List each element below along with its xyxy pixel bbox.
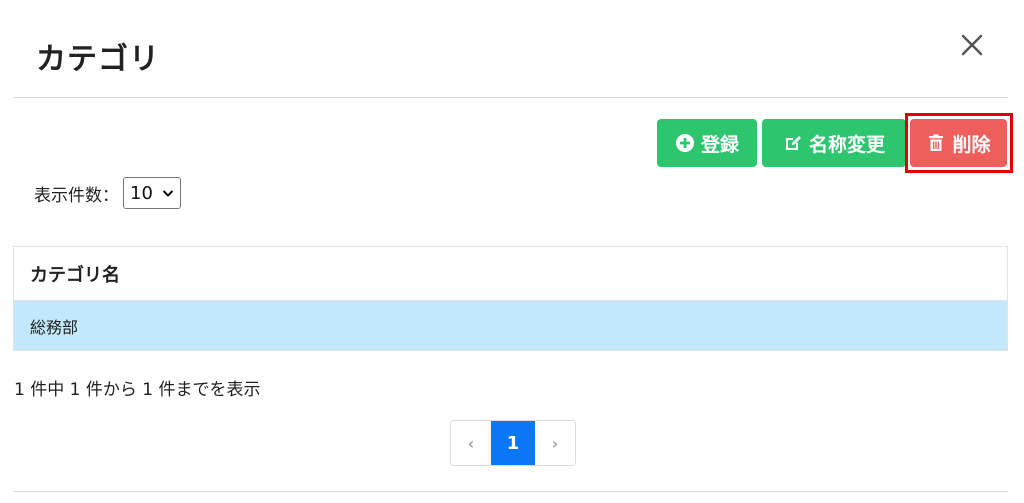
next-page-button[interactable]: › [535, 421, 575, 465]
page-size-value: 10 [130, 182, 153, 204]
delete-label: 削除 [952, 133, 991, 156]
table-row[interactable]: 総務部 [14, 301, 1007, 350]
rename-button[interactable]: 名称変更 [762, 119, 906, 167]
page-size-select[interactable]: 10 [123, 177, 181, 209]
header-divider [13, 97, 1008, 98]
edit-icon [785, 136, 801, 150]
page-1-button[interactable]: 1 [491, 421, 535, 465]
toolbar: 登録 名称変更 削除 [0, 119, 1024, 169]
chevron-down-icon [162, 190, 174, 197]
table-cell: 総務部 [30, 317, 79, 337]
column-header-category-name: カテゴリ名 [30, 264, 120, 286]
prev-page-button[interactable]: ‹ [451, 421, 491, 465]
plus-circle-icon [675, 134, 694, 152]
page-size-label: 表示件数： [34, 185, 119, 206]
close-button[interactable] [957, 30, 987, 60]
register-button[interactable]: 登録 [657, 119, 757, 167]
close-icon [961, 34, 983, 56]
modal-title: カテゴリ [36, 42, 160, 77]
category-table: カテゴリ名 総務部 [13, 246, 1008, 351]
table-info: 1 件中 1 件から 1 件までを表示 [14, 380, 261, 400]
footer-divider [13, 491, 1008, 492]
rename-label: 名称変更 [808, 133, 885, 156]
delete-button[interactable]: 削除 [910, 119, 1007, 167]
page-size-control: 表示件数： 10 [34, 177, 181, 209]
trash-icon [929, 134, 944, 151]
pagination: ‹ 1 › [450, 420, 576, 466]
register-label: 登録 [700, 133, 739, 156]
table-header[interactable]: カテゴリ名 [14, 247, 1007, 301]
